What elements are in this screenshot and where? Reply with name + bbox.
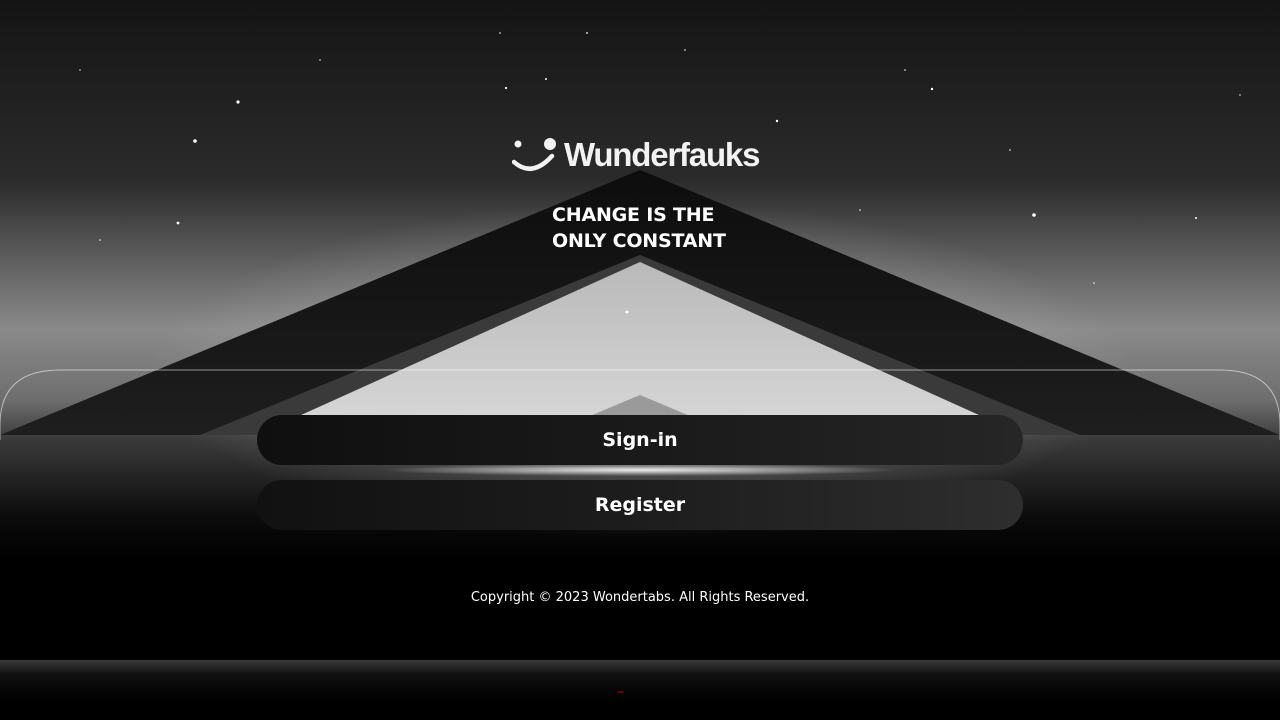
brand-logo[interactable]: Wunderfauks — [511, 134, 772, 176]
bottom-strip — [0, 660, 1280, 720]
tagline-line-1: CHANGE IS THE — [552, 204, 715, 226]
tagline-line-2: ONLY CONSTANT — [552, 230, 726, 252]
login-screen: Wunderfauks CHANGE IS THE ONLY CONSTANT … — [0, 0, 1280, 720]
register-button[interactable]: Register — [257, 480, 1023, 530]
background-scene — [0, 32, 1280, 476]
copyright-text: Copyright © 2023 Wondertabs. All Rights … — [470, 590, 810, 605]
signin-button[interactable]: Sign-in — [257, 415, 1023, 465]
decorative-dot — [618, 691, 623, 693]
brand-name: Wunderfauks — [564, 136, 760, 173]
register-button-label: Register — [594, 494, 686, 516]
smiley-logo-icon — [511, 134, 558, 176]
tagline: CHANGE IS THE ONLY CONSTANT — [552, 202, 782, 254]
signin-button-label: Sign-in — [602, 429, 678, 451]
horizon-glow — [380, 464, 900, 476]
